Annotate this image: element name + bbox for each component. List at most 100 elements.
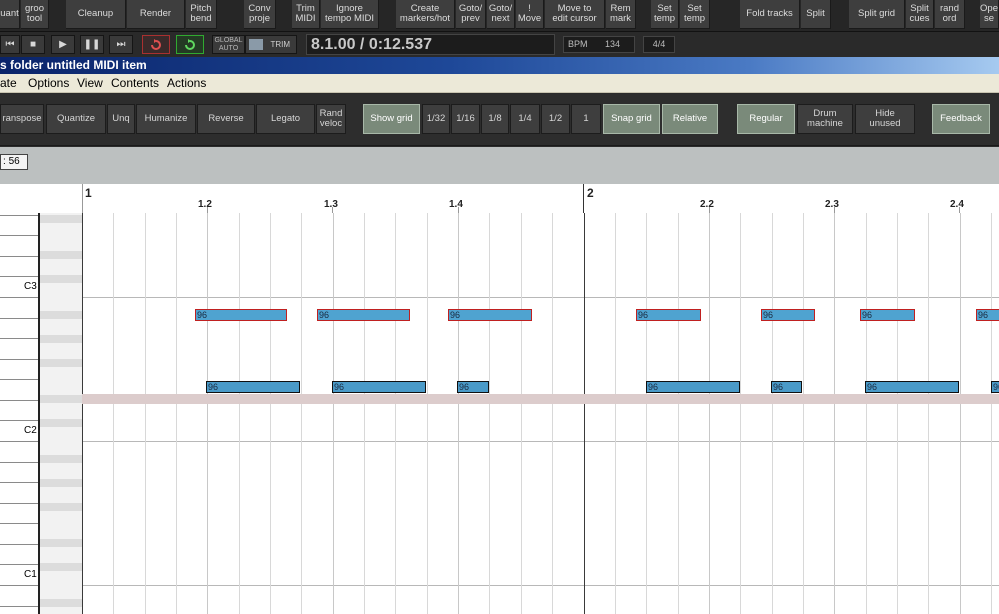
midi-note[interactable]: 96 <box>636 309 701 321</box>
grid-1-2-button[interactable]: 1/2 <box>541 104 570 134</box>
midi-note[interactable]: 96 <box>991 381 999 393</box>
feedback-toggle[interactable]: Feedback <box>932 104 990 134</box>
grid-1-16-button[interactable]: 1/16 <box>451 104 480 134</box>
black-key[interactable] <box>40 311 82 319</box>
grid-line <box>803 213 804 614</box>
white-key-edge <box>0 420 38 421</box>
white-key-edge <box>0 544 38 545</box>
black-key[interactable] <box>40 539 82 547</box>
reverse-button[interactable]: Reverse <box>197 104 255 134</box>
black-key[interactable] <box>40 419 82 427</box>
black-key[interactable] <box>40 455 82 463</box>
snap-grid-toggle[interactable]: Snap grid <box>603 104 660 134</box>
split-button[interactable]: Split <box>801 0 831 29</box>
black-key[interactable] <box>40 251 82 259</box>
global-automation-button[interactable]: GLOBAL AUTO <box>212 35 245 54</box>
random-order-button[interactable]: rand ord <box>935 0 965 29</box>
grid-1-8-button[interactable]: 1/8 <box>481 104 509 134</box>
humanize-button[interactable]: Humanize <box>136 104 196 134</box>
play-icon[interactable]: ▶ <box>51 35 75 54</box>
relative-toggle[interactable]: Relative <box>662 104 718 134</box>
black-key[interactable] <box>40 359 82 367</box>
repeat-loop-icon[interactable] <box>176 35 204 54</box>
black-key[interactable] <box>40 215 82 223</box>
bpm-field[interactable]: BPM 134 <box>563 36 635 53</box>
set-tempo-button-2[interactable]: Set temp <box>680 0 710 29</box>
black-key[interactable] <box>40 599 82 607</box>
timeline-ruler[interactable]: 1 1.2 1.3 1.4 2 2.2 2.3 2.4 <box>82 184 999 213</box>
midi-note[interactable]: 96 <box>865 381 959 393</box>
grid-line <box>301 213 302 614</box>
fold-tracks-button[interactable]: Fold tracks <box>740 0 800 29</box>
set-tempo-button-1[interactable]: Set temp <box>651 0 679 29</box>
black-key[interactable] <box>40 563 82 571</box>
midi-note[interactable]: 96 <box>860 309 915 321</box>
go-to-end-icon[interactable]: ⏭ <box>109 35 133 54</box>
midi-note[interactable]: 96 <box>317 309 410 321</box>
unquantize-button[interactable]: Unq <box>107 104 135 134</box>
hide-unused-button[interactable]: Hide unused <box>855 104 915 134</box>
ruler-label-2-2: 2.2 <box>700 199 714 210</box>
random-velocity-button[interactable]: Rand veloc <box>316 104 346 134</box>
velocity-field[interactable]: : 56 <box>0 154 28 170</box>
time-signature-field[interactable]: 4/4 <box>643 36 675 53</box>
create-markers-button[interactable]: Create markers/hot <box>396 0 455 29</box>
grid-1-button[interactable]: 1 <box>571 104 601 134</box>
menu-actions[interactable]: Actions <box>167 76 206 90</box>
stop-icon[interactable]: ■ <box>21 35 45 54</box>
remove-marker-button[interactable]: Rem mark <box>606 0 636 29</box>
drum-machine-button[interactable]: Drum machine <box>797 104 853 134</box>
move-button[interactable]: ! Move <box>516 0 544 29</box>
legato-button[interactable]: Legato <box>256 104 315 134</box>
open-button[interactable]: Ope se <box>980 0 999 29</box>
goto-next-button[interactable]: Goto/ next <box>487 0 515 29</box>
goto-prev-button[interactable]: Goto/ prev <box>456 0 486 29</box>
midi-note[interactable]: 96 <box>771 381 802 393</box>
midi-note[interactable]: 96 <box>457 381 489 393</box>
groove-tool-button[interactable]: groo tool <box>21 0 49 29</box>
black-key[interactable] <box>40 479 82 487</box>
pitch-bend-button[interactable]: Pitch bend <box>186 0 217 29</box>
midi-note[interactable]: 96 <box>448 309 532 321</box>
trim-midi-button[interactable]: Trim MIDI <box>292 0 320 29</box>
grid-1-4-button[interactable]: 1/4 <box>510 104 540 134</box>
black-key[interactable] <box>40 335 82 343</box>
cleanup-button[interactable]: Cleanup <box>66 0 126 29</box>
render-button[interactable]: Render <box>127 0 185 29</box>
piano-keyboard[interactable]: C3 C2 C1 <box>0 213 82 614</box>
black-key[interactable] <box>40 503 82 511</box>
menu-options[interactable]: Options <box>28 76 69 90</box>
midi-note[interactable]: 96 <box>646 381 740 393</box>
midi-note[interactable]: 96 <box>206 381 300 393</box>
move-to-edit-cursor-button[interactable]: Move to edit cursor <box>545 0 605 29</box>
black-key[interactable] <box>40 395 82 403</box>
show-grid-toggle[interactable]: Show grid <box>363 104 420 134</box>
midi-note[interactable]: 96 <box>976 309 999 321</box>
menu-edit[interactable]: ate <box>0 76 17 90</box>
split-cues-button[interactable]: Split cues <box>906 0 934 29</box>
pause-icon[interactable]: ❚❚ <box>80 35 104 54</box>
split-grid-button[interactable]: Split grid <box>849 0 905 29</box>
quantize-button[interactable]: uant <box>0 0 20 29</box>
ignore-tempo-midi-button[interactable]: Ignore tempo MIDI <box>321 0 379 29</box>
transpose-button[interactable]: ranspose <box>0 104 44 134</box>
grid-line <box>145 213 146 614</box>
menu-view[interactable]: View <box>77 76 103 90</box>
regular-mode-toggle[interactable]: Regular <box>737 104 795 134</box>
velocity-value: 56 <box>8 156 20 167</box>
record-loop-icon[interactable] <box>142 35 170 54</box>
quantize-button[interactable]: Quantize <box>46 104 106 134</box>
convert-project-button[interactable]: Conv proje <box>244 0 276 29</box>
menu-contents[interactable]: Contents <box>111 76 159 90</box>
trim-mode-button[interactable]: TRIM <box>245 35 297 54</box>
piano-roll-grid[interactable]: 96 96 96 96 96 96 96 96 96 96 96 96 96 9… <box>82 213 999 614</box>
midi-note[interactable]: 96 <box>761 309 815 321</box>
transport-bar: ⏮ ■ ▶ ❚❚ ⏭ GLOBAL AUTO TRIM 8.1.00 / 0:1… <box>0 31 999 57</box>
go-to-start-icon[interactable]: ⏮ <box>0 35 20 54</box>
bpm-label: BPM <box>568 39 588 49</box>
midi-note[interactable]: 96 <box>332 381 426 393</box>
black-key[interactable] <box>40 275 82 283</box>
grid-1-32-button[interactable]: 1/32 <box>422 104 450 134</box>
midi-note[interactable]: 96 <box>195 309 287 321</box>
menu-bar: ate Options View Contents Actions <box>0 74 999 93</box>
